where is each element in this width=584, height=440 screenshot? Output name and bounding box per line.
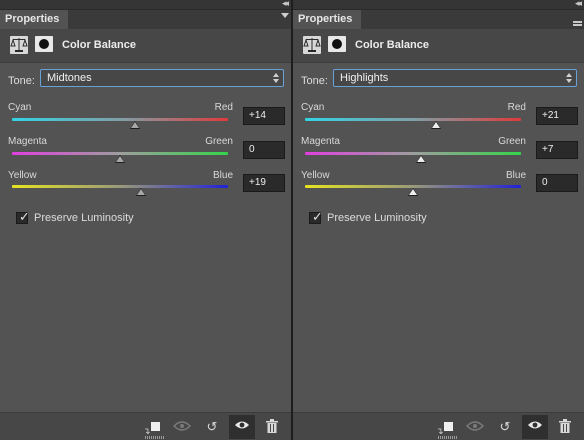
color-balance-icon[interactable] [10,36,28,54]
magenta-green-value[interactable]: 0 [243,141,285,159]
tone-selected-value: Highlights [340,72,389,84]
dropdown-arrows-icon [566,72,572,84]
yellow-blue-labels: Yellow Blue [301,170,526,182]
tone-selected-value: Midtones [47,72,92,84]
tab-properties[interactable]: Properties [293,10,362,29]
layer-mask-icon[interactable] [328,36,346,52]
clip-to-layer-icon[interactable]: ↴ [143,419,161,436]
panel-menu-icon[interactable] [281,13,289,18]
tab-bar: Properties [293,10,584,29]
yellow-blue-slider[interactable] [12,185,228,188]
visibility-preview-icon[interactable] [465,419,485,435]
adjustment-header: Color Balance [0,29,291,63]
yellow-label: Yellow [301,170,330,181]
collapse-panel-icon[interactable]: ◂◂ [282,0,289,8]
preserve-luminosity-label: Preserve Luminosity [327,212,427,224]
dropdown-arrows-icon [273,72,279,84]
cyan-red-labels: Cyan Red [8,102,233,114]
magenta-green-labels: Magenta Green [301,136,526,148]
panel-footer: ↴ ↺ [0,412,291,440]
trash-icon[interactable] [263,419,281,435]
tone-label: Tone: [301,75,328,87]
reset-icon[interactable]: ↺ [496,419,514,435]
blue-label: Blue [212,170,233,181]
preserve-luminosity-label: Preserve Luminosity [34,212,134,224]
magenta-green-value[interactable]: +7 [536,141,578,159]
eye-icon[interactable] [522,415,548,439]
cyan-red-labels: Cyan Red [301,102,526,114]
panel-menu-icon[interactable] [573,21,582,23]
trash-icon[interactable] [556,419,574,435]
cyan-red-value[interactable]: +21 [536,107,578,125]
magenta-green-labels: Magenta Green [8,136,233,148]
magenta-label: Magenta [301,136,340,147]
magenta-green-slider[interactable] [305,152,521,155]
preserve-luminosity-checkbox[interactable]: ✓ [16,209,30,224]
magenta-label: Magenta [8,136,47,147]
green-label: Green [498,136,526,147]
color-balance-icon[interactable] [303,36,321,54]
properties-panel-right: ◂◂ Properties Color Balance Tone: Highli… [293,0,584,440]
tone-dropdown[interactable]: Midtones [40,69,284,87]
adjustment-title: Color Balance [62,39,136,51]
preserve-luminosity-checkbox[interactable]: ✓ [309,209,323,224]
reset-icon[interactable]: ↺ [203,419,221,435]
checkmark-icon: ✓ [19,209,30,224]
panel-footer: ↴ ↺ [293,412,584,440]
checkmark-icon: ✓ [312,209,323,224]
blue-label: Blue [505,170,526,181]
tab-bar: Properties [0,10,291,29]
tone-dropdown[interactable]: Highlights [333,69,577,87]
yellow-blue-value[interactable]: +19 [243,174,285,192]
green-label: Green [205,136,233,147]
yellow-label: Yellow [8,170,37,181]
tab-properties[interactable]: Properties [0,10,69,29]
eye-icon[interactable] [229,415,255,439]
resize-grip[interactable] [145,436,165,439]
collapse-panel-icon[interactable]: ◂◂ [575,0,582,8]
resize-grip[interactable] [438,436,458,439]
cyan-red-slider[interactable] [305,118,521,121]
adjustment-header: Color Balance [293,29,584,63]
clip-to-layer-icon[interactable]: ↴ [436,419,454,436]
cyan-label: Cyan [8,102,32,113]
layer-mask-icon[interactable] [35,36,53,52]
adjustment-title: Color Balance [355,39,429,51]
cyan-red-value[interactable]: +14 [243,107,285,125]
properties-panel-left: ◂◂ Properties Color Balance Tone: Midton… [0,0,291,440]
panel-top-strip: ◂◂ [293,0,584,10]
red-label: Red [507,102,526,113]
yellow-blue-value[interactable]: 0 [536,174,578,192]
tone-label: Tone: [8,75,35,87]
cyan-label: Cyan [301,102,325,113]
panel-top-strip: ◂◂ [0,0,291,10]
red-label: Red [214,102,233,113]
yellow-blue-labels: Yellow Blue [8,170,233,182]
visibility-preview-icon[interactable] [172,419,192,435]
cyan-red-slider[interactable] [12,118,228,121]
